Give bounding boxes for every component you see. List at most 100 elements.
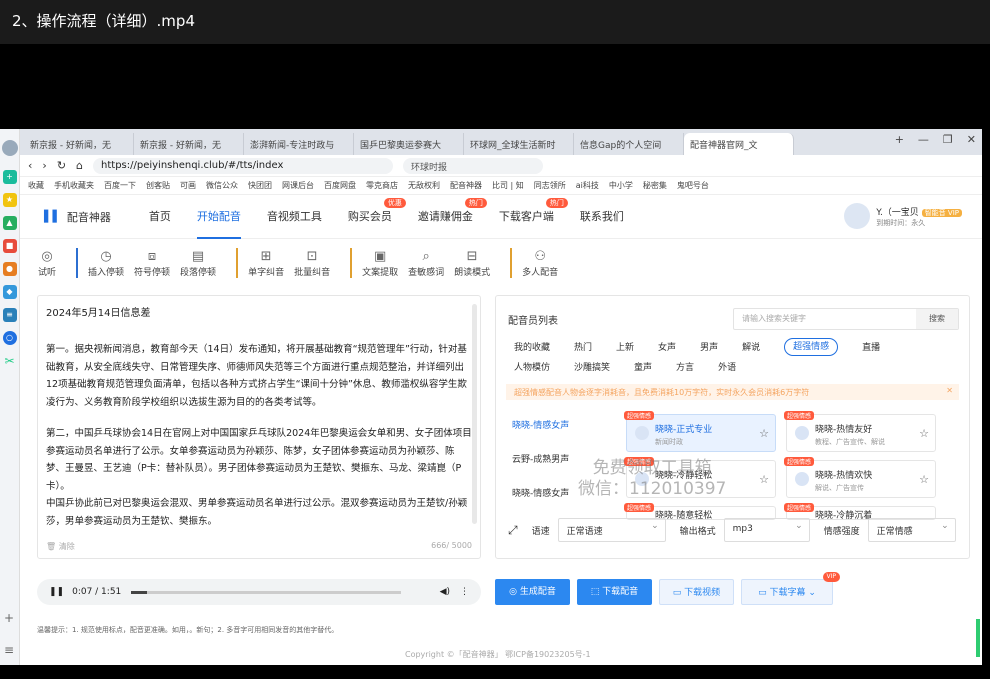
- tool-batch-correct[interactable]: ⊡ 批量纠音: [294, 249, 330, 278]
- voice-list-item[interactable]: 晓晓-情感女声: [512, 418, 569, 452]
- star-icon[interactable]: ☆: [759, 427, 769, 440]
- browser-search-input[interactable]: 环球时报: [403, 157, 544, 174]
- bookmark-item[interactable]: 零克商店: [366, 180, 398, 191]
- avatar[interactable]: [844, 203, 871, 229]
- browser-tab[interactable]: 新京报 - 好新闻，无: [24, 133, 134, 155]
- tool-paragraph-pause[interactable]: ▤ 段落停顿: [180, 249, 216, 278]
- voice-search-button[interactable]: 搜索: [916, 309, 958, 329]
- text-editor[interactable]: 2024年5月14日信息差 第一。据央视新闻消息，教育部今天（14日）发布通知，…: [37, 295, 481, 559]
- nav-av-tools[interactable]: 音视频工具: [267, 195, 322, 239]
- star-icon[interactable]: ☆: [919, 473, 929, 486]
- editor-scrollbar[interactable]: [472, 304, 477, 524]
- record-app-icon[interactable]: ●: [2, 262, 17, 276]
- nav-buy-member[interactable]: 购买会员 优惠: [348, 195, 406, 239]
- image-app-icon[interactable]: ▲: [2, 216, 17, 230]
- bookmark-item[interactable]: 百度一下: [104, 180, 136, 191]
- tool-reading-mode[interactable]: ⊟ 朗读模式: [454, 249, 490, 278]
- tool-char-correct[interactable]: ⊞ 单字纠音: [248, 249, 284, 278]
- bookmark-item[interactable]: 百度网盘: [324, 180, 356, 191]
- nav-invite[interactable]: 邀请赚佣金 热门: [418, 195, 487, 239]
- bookmark-item[interactable]: 配音神器: [450, 180, 482, 191]
- voice-category-tab[interactable]: 我的收藏: [514, 338, 550, 358]
- volume-icon[interactable]: ◀): [440, 587, 450, 597]
- maximize-icon[interactable]: ❐: [943, 133, 953, 146]
- tool-symbol-pause[interactable]: ⧈ 符号停顿: [134, 249, 170, 278]
- note-app-icon[interactable]: ≡: [2, 308, 17, 322]
- add-sidebar-icon[interactable]: +: [4, 611, 14, 625]
- bookmark-item[interactable]: 手机收藏夹: [54, 180, 94, 191]
- voice-list-item[interactable]: 晓晓-情感女声: [512, 486, 569, 520]
- url-input[interactable]: https://peiyinshenqi.club/#/tts/index: [93, 157, 394, 174]
- reload-icon[interactable]: ↻: [57, 159, 66, 172]
- voice-category-tab[interactable]: 沙雕搞笑: [574, 358, 610, 378]
- voice-category-tab[interactable]: 热门: [574, 338, 592, 358]
- bookmark-item[interactable]: 鬼吧号台: [677, 180, 709, 191]
- voice-category-tab[interactable]: 外语: [718, 358, 736, 378]
- new-tab-icon[interactable]: +: [895, 133, 904, 146]
- avatar-icon[interactable]: [1, 140, 18, 156]
- tool-multi-voice[interactable]: ⚇ 多人配音: [522, 249, 558, 278]
- chart-app-icon[interactable]: ◆: [2, 285, 17, 299]
- download-subtitle-button[interactable]: ▭ 下载字幕 ⌄ VIP: [741, 572, 840, 605]
- nav-download-client[interactable]: 下载客户端 热门: [499, 195, 568, 239]
- audio-progress[interactable]: [131, 590, 402, 594]
- bookmark-item[interactable]: 创客贴: [146, 180, 170, 191]
- bookmark-item[interactable]: 无敌权利: [408, 180, 440, 191]
- bookmark-item[interactable]: 收藏: [28, 180, 44, 191]
- voice-card[interactable]: 超强情感 晓晓-热情友好 教程、广告宣传、解说 ☆: [784, 411, 936, 452]
- bookmark-item[interactable]: 网课后台: [282, 180, 314, 191]
- voice-card[interactable]: 超强情感 晓晓-热情欢快 解说、广告宣传 ☆: [784, 457, 936, 498]
- scissors-icon[interactable]: ✂: [3, 354, 17, 368]
- bookmark-item[interactable]: 比司 | 知: [492, 180, 524, 191]
- bookmark-item[interactable]: 微信公众: [206, 180, 238, 191]
- close-icon[interactable]: ✕: [946, 386, 953, 395]
- more-icon[interactable]: ⋮: [460, 587, 469, 597]
- voice-category-tab[interactable]: 方言: [676, 358, 694, 378]
- close-icon[interactable]: ✕: [967, 133, 976, 146]
- back-icon[interactable]: ‹: [28, 159, 32, 172]
- star-app-icon[interactable]: ★: [2, 193, 17, 207]
- bookmark-item[interactable]: 秘密集: [643, 180, 667, 191]
- voice-category-tab[interactable]: 解说: [742, 338, 760, 358]
- clear-button[interactable]: 🗑 清除: [46, 541, 75, 552]
- voice-category-tab[interactable]: 直播: [862, 338, 880, 358]
- voice-category-tab[interactable]: 童声: [634, 358, 652, 378]
- voice-list-item[interactable]: 云野-成熟男声: [512, 452, 569, 486]
- tool-preview[interactable]: ◎ 试听: [38, 249, 56, 278]
- star-icon[interactable]: ☆: [919, 427, 929, 440]
- bookmark-item[interactable]: 快团团: [248, 180, 272, 191]
- home-icon[interactable]: ⌂: [76, 159, 83, 172]
- bookmark-item[interactable]: 同志领所: [534, 180, 566, 191]
- tool-text-extract[interactable]: ▣ 文案提取: [362, 249, 398, 278]
- bookmark-item[interactable]: 可画: [180, 180, 196, 191]
- voice-category-tab[interactable]: 女声: [658, 338, 676, 358]
- pause-icon[interactable]: ❚❚: [49, 587, 64, 597]
- generate-button[interactable]: ◎ 生成配音: [495, 579, 570, 605]
- browser-tab-active[interactable]: 配音神器官网_文: [684, 133, 794, 155]
- menu-sidebar-icon[interactable]: ≡: [4, 643, 14, 657]
- browser-tab[interactable]: 信息Gap的个人空间: [574, 133, 684, 155]
- site-logo[interactable]: ▌▌ 配音神器: [44, 209, 111, 225]
- download-audio-button[interactable]: ⬚ 下载配音: [577, 579, 652, 605]
- minimize-icon[interactable]: —: [918, 133, 929, 146]
- star-icon[interactable]: ☆: [759, 473, 769, 486]
- format-select[interactable]: mp3: [723, 518, 810, 542]
- tool-insert-pause[interactable]: ◷ 插入停顿: [88, 249, 124, 278]
- voice-category-tab[interactable]: 男声: [700, 338, 718, 358]
- nav-home[interactable]: 首页: [149, 195, 171, 239]
- user-info[interactable]: Y.（一宝贝 智能音 VIP 到期时间：永久: [844, 203, 962, 229]
- nav-contact[interactable]: 联系我们: [580, 195, 624, 239]
- browser-tab[interactable]: 澎湃新闻-专注时政与: [244, 133, 354, 155]
- speed-select[interactable]: 正常语速: [557, 518, 666, 542]
- emotion-select[interactable]: 正常情感: [867, 518, 956, 542]
- expand-icon[interactable]: ⤢: [508, 523, 518, 538]
- forward-icon[interactable]: ›: [42, 159, 46, 172]
- bookmark-item[interactable]: 中小学: [609, 180, 633, 191]
- browser-tab[interactable]: 新京报 - 好新闻，无: [134, 133, 244, 155]
- voice-card[interactable]: 超强情感 晓晓-正式专业 新闻时政 ☆: [624, 411, 776, 452]
- plus-app-icon[interactable]: +: [2, 170, 17, 184]
- voice-category-tab[interactable]: 人物模仿: [514, 358, 550, 378]
- circle-app-icon[interactable]: ○: [2, 331, 17, 345]
- voice-search-input[interactable]: 请输入搜索关键字: [734, 309, 916, 329]
- bookmark-item[interactable]: ai科技: [576, 180, 599, 191]
